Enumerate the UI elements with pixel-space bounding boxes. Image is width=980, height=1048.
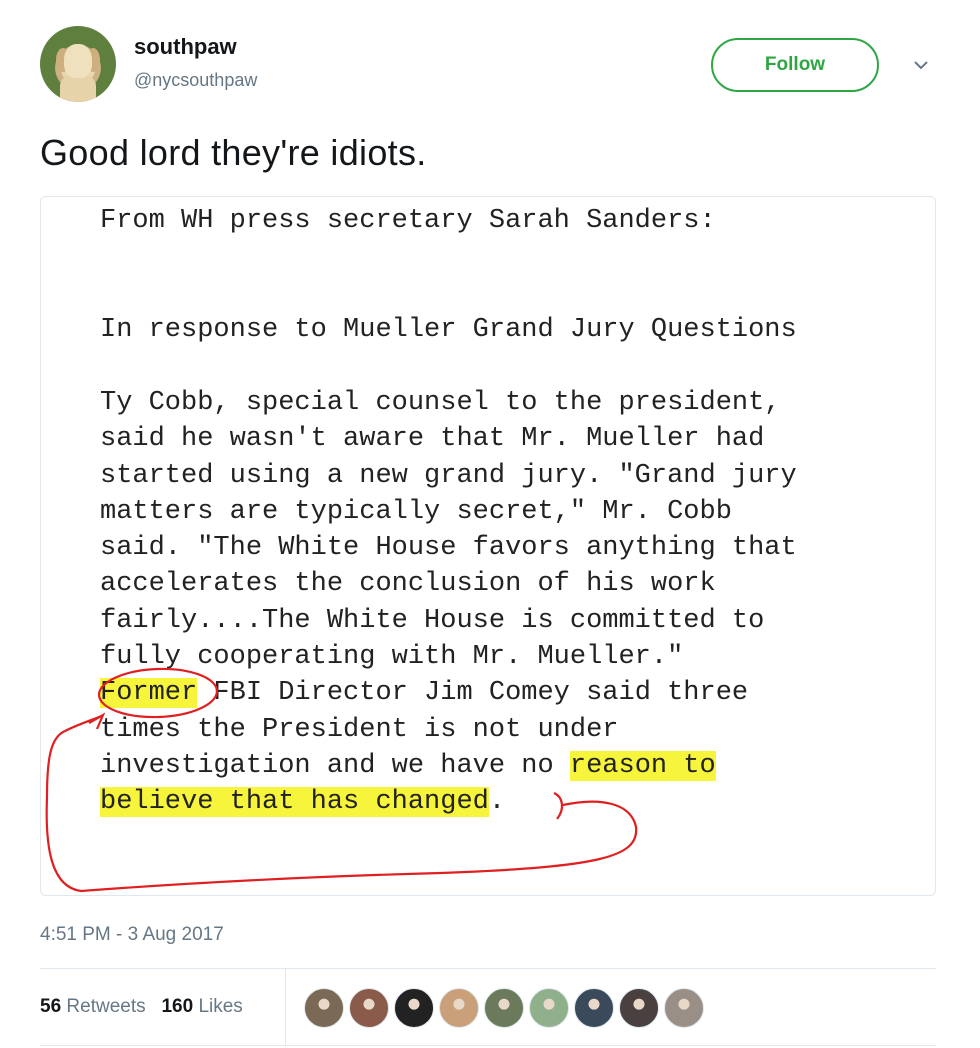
likes-stat[interactable]: 160 Likes xyxy=(161,996,242,1017)
tweet-stats: 56 Retweets 160 Likes xyxy=(40,996,243,1018)
liker-avatar[interactable] xyxy=(619,988,659,1028)
liker-avatar[interactable] xyxy=(574,988,614,1028)
user-handle[interactable]: @nycsouthpaw xyxy=(134,70,257,91)
liker-avatar[interactable] xyxy=(529,988,569,1028)
red-annotation-drawing xyxy=(45,667,638,893)
follow-button[interactable]: Follow xyxy=(711,38,879,92)
user-name[interactable]: southpaw xyxy=(134,34,237,60)
chevron-down-icon[interactable] xyxy=(912,56,930,74)
retweets-label: Retweets xyxy=(66,996,146,1017)
liker-avatars xyxy=(304,988,709,1028)
attached-image[interactable]: From WH press secretary Sarah Sanders: I… xyxy=(40,196,936,896)
liker-avatar[interactable] xyxy=(304,988,344,1028)
avatar[interactable] xyxy=(40,26,116,102)
divider xyxy=(285,968,286,1046)
avatar-dog-face xyxy=(64,44,92,78)
likes-count: 160 xyxy=(161,996,194,1017)
liker-avatar[interactable] xyxy=(664,988,704,1028)
liker-avatar[interactable] xyxy=(484,988,524,1028)
avatar-dog-body xyxy=(60,74,96,102)
likes-label: Likes xyxy=(198,996,243,1017)
divider xyxy=(40,1045,936,1046)
liker-avatar[interactable] xyxy=(394,988,434,1028)
retweets-count: 56 xyxy=(40,996,62,1017)
liker-avatar[interactable] xyxy=(439,988,479,1028)
retweets-stat[interactable]: 56 Retweets xyxy=(40,996,146,1017)
liker-avatar[interactable] xyxy=(349,988,389,1028)
divider xyxy=(40,968,936,969)
tweet-text: Good lord they're idiots. xyxy=(40,132,427,173)
tweet-timestamp[interactable]: 4:51 PM - 3 Aug 2017 xyxy=(40,924,224,946)
